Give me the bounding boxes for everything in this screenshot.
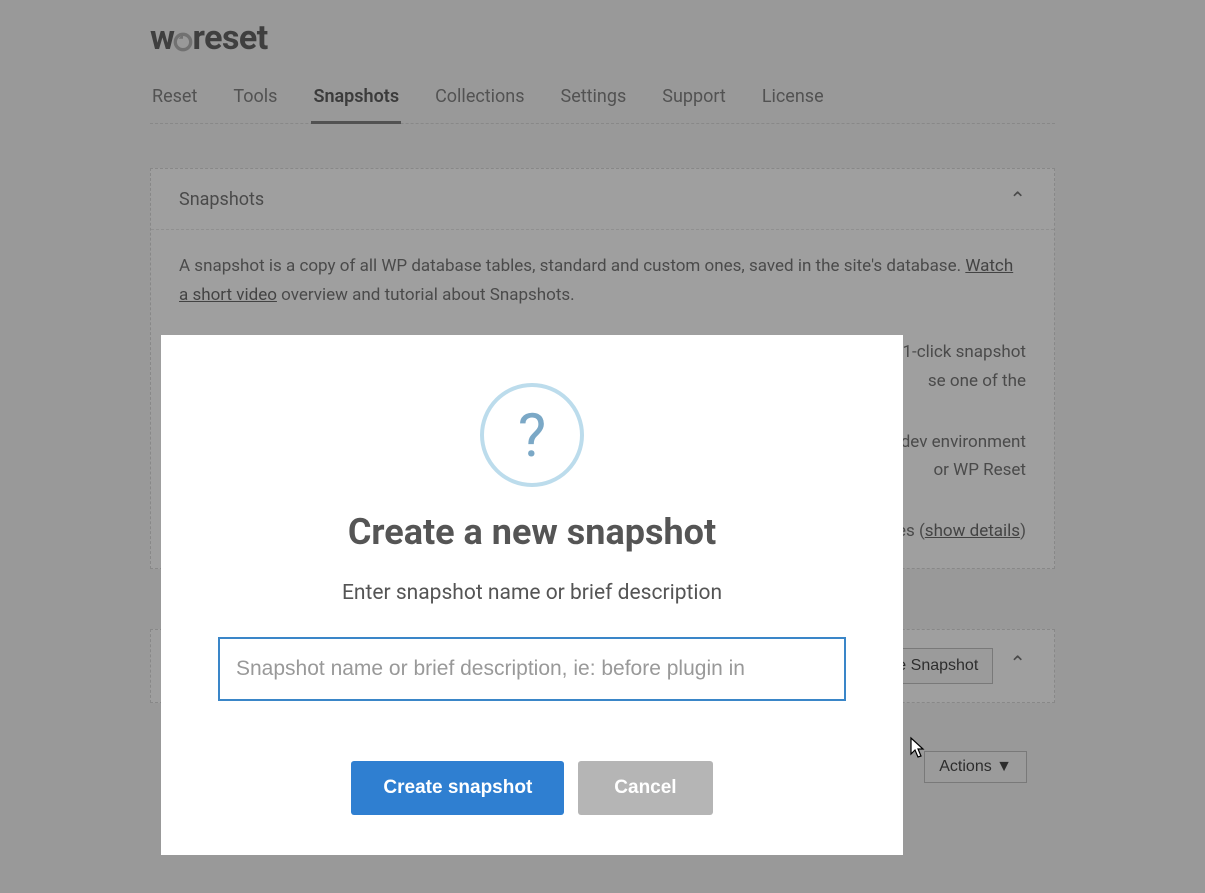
modal-title: Create a new snapshot (211, 511, 853, 553)
question-icon: ? (480, 383, 584, 487)
cancel-button[interactable]: Cancel (578, 761, 712, 815)
modal-overlay[interactable]: ? Create a new snapshot Enter snapshot n… (0, 0, 1205, 893)
create-snapshot-modal: ? Create a new snapshot Enter snapshot n… (161, 335, 903, 855)
modal-subtitle: Enter snapshot name or brief description (211, 581, 853, 605)
create-snapshot-confirm-button[interactable]: Create snapshot (351, 761, 564, 815)
snapshot-name-input[interactable] (218, 637, 846, 701)
